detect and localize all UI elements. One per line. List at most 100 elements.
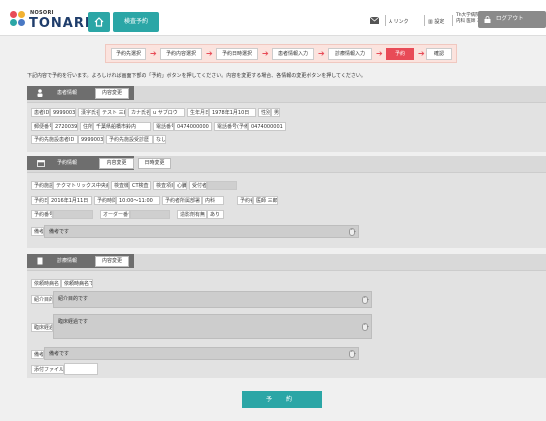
step-content: 予約内容選択 bbox=[160, 48, 202, 60]
reservation-remarks-text: 備考です bbox=[49, 229, 70, 235]
step-datetime: 予約日時選択 bbox=[216, 48, 258, 60]
facility-patient-id-value: 9999003 bbox=[78, 135, 104, 144]
time-value: 10:00～11:00 bbox=[116, 196, 160, 205]
remarks-label: 備考 bbox=[31, 227, 44, 236]
link-label: リンク bbox=[393, 19, 409, 25]
step-reserve: 予約 bbox=[386, 48, 414, 60]
purpose-field[interactable]: 紹介目的です ⌃⌄ bbox=[53, 291, 372, 308]
logout-label: ログアウト bbox=[496, 16, 524, 22]
settings-label: 設定 bbox=[434, 19, 445, 25]
scroll-arrows-icon[interactable]: ⌃⌄ bbox=[349, 227, 357, 236]
postal-code-label: 郵便番号 bbox=[31, 122, 52, 131]
reservation-remarks-field[interactable]: 備考です ⌃⌄ bbox=[44, 225, 359, 238]
settings-menu[interactable]: ▥ 設定 bbox=[428, 16, 444, 28]
document-icon bbox=[37, 257, 43, 265]
patient-info-title: 患者情報 bbox=[57, 90, 78, 96]
step-patient: 患者情報入力 bbox=[272, 48, 314, 60]
person-icon bbox=[37, 89, 43, 97]
department-label: 予約者所属部署 bbox=[162, 196, 202, 205]
postal-code-value: 2720039 bbox=[52, 122, 78, 131]
attachment-field[interactable] bbox=[64, 363, 98, 375]
phone-value: 0474000000 bbox=[174, 122, 212, 131]
visit-history-value: なし bbox=[153, 135, 166, 144]
link-icon: ⅄ bbox=[389, 19, 393, 25]
clinical-remarks-field[interactable]: 備考です ⌃⌄ bbox=[44, 347, 359, 360]
tonari-logo[interactable]: NOSORI TONARI bbox=[10, 8, 91, 31]
purpose-text: 紹介目的です bbox=[58, 296, 89, 302]
gender-value: 男 bbox=[271, 108, 280, 117]
home-button[interactable] bbox=[88, 12, 110, 32]
app-header: NOSORI TONARI 検査予約 ⅄ リンク ▥ 設定 Th大学病院 内科 … bbox=[0, 0, 546, 36]
logo-mark-icon bbox=[10, 11, 26, 27]
patient-change-button[interactable]: 内容変更 bbox=[95, 88, 129, 99]
scroll-arrows-icon[interactable]: ⌃⌄ bbox=[362, 295, 370, 304]
exam-item-value: 心臓 bbox=[174, 181, 187, 190]
kana-name-label: カナ氏名 bbox=[128, 108, 150, 117]
logout-button[interactable]: ログアウト bbox=[478, 11, 546, 28]
gender-label: 性別 bbox=[258, 108, 271, 117]
link-menu[interactable]: ⅄ リンク bbox=[389, 16, 409, 28]
step-arrow-icon: ➔ bbox=[262, 49, 269, 58]
step-confirm: 確認 bbox=[426, 48, 452, 60]
phone-label: 電話番号 bbox=[153, 122, 174, 131]
datetime-change-button[interactable]: 日時変更 bbox=[138, 158, 171, 169]
equipment-value: CT検査 bbox=[129, 181, 151, 190]
progress-text: 臨床経過です bbox=[58, 319, 89, 325]
progress-field[interactable]: 臨床経過です ⌃⌄ bbox=[53, 314, 372, 339]
facility-label: 予約施設 bbox=[31, 181, 53, 190]
attachment-label: 添付ファイル bbox=[31, 365, 64, 374]
step-clinical: 診療情報入力 bbox=[328, 48, 372, 60]
tab-exam-reservation[interactable]: 検査予約 bbox=[113, 12, 159, 32]
step-arrow-icon: ➔ bbox=[376, 49, 383, 58]
visit-history-label: 予約先施設受診歴 bbox=[106, 135, 153, 144]
scroll-arrows-icon[interactable]: ⌃⌄ bbox=[349, 349, 357, 358]
department-value: 内科 bbox=[202, 196, 224, 205]
clinical-info-panel: 診療情報 内容変更 依頼時病名 依頼時病名です 紹介目的 紹介目的です ⌃⌄ 臨… bbox=[27, 254, 546, 378]
kana-name-value: u サブロウ bbox=[150, 108, 185, 117]
scroll-arrows-icon[interactable]: ⌃⌄ bbox=[362, 322, 370, 331]
reservation-info-panel: 予約情報 内容変更 日時変更 予約施設 テクマトリックス中央病院 検査機 CT検… bbox=[27, 156, 546, 248]
settings-icon: ▥ bbox=[428, 19, 433, 25]
phone-spare-value: 0474000001 bbox=[248, 122, 286, 131]
phone-spare-label: 電話番号(予備) bbox=[214, 122, 248, 131]
clinical-remarks-label: 備考 bbox=[31, 350, 44, 359]
reserve-button[interactable]: 予 約 bbox=[242, 391, 322, 408]
patient-info-panel: 患者情報 内容変更 患者ID 9999003 漢字氏名 テスト 三郎 カナ氏名 … bbox=[27, 86, 546, 152]
reservation-change-button[interactable]: 内容変更 bbox=[99, 158, 134, 169]
facility-patient-id-label: 予約先施設患者ID bbox=[31, 135, 78, 144]
patient-id-label: 患者ID bbox=[31, 108, 50, 117]
clinical-remarks-text: 備考です bbox=[49, 351, 70, 357]
step-destination: 予約先選択 bbox=[111, 48, 146, 60]
step-arrow-icon: ➔ bbox=[150, 49, 157, 58]
logo-title: TONARI bbox=[29, 16, 91, 31]
header-divider bbox=[385, 15, 386, 26]
contrast-value: あり bbox=[207, 210, 224, 219]
order-number-label: オーダー番号 bbox=[100, 210, 130, 219]
date-label: 予約日 bbox=[31, 196, 48, 205]
lock-icon bbox=[484, 16, 491, 23]
booker-value: 医師 三郎 bbox=[253, 196, 278, 205]
receptionist-value bbox=[207, 181, 237, 190]
booker-label: 予約者 bbox=[237, 196, 253, 205]
header-divider bbox=[452, 15, 453, 26]
kanji-name-label: 漢字氏名 bbox=[78, 108, 99, 117]
step-arrow-icon: ➔ bbox=[318, 49, 325, 58]
instruction-text: 下記内容で予約を行います。よろしければ画面下部の「予約」ボタンを押してください。… bbox=[27, 73, 366, 79]
kanji-name-value: テスト 三郎 bbox=[99, 108, 126, 117]
patient-id-value: 9999003 bbox=[50, 108, 76, 117]
reservation-info-title: 予約情報 bbox=[57, 160, 78, 166]
mail-icon[interactable] bbox=[370, 17, 379, 24]
purpose-label: 紹介目的 bbox=[31, 295, 53, 304]
patient-info-body: 患者ID 9999003 漢字氏名 テスト 三郎 カナ氏名 u サブロウ 生年月… bbox=[27, 102, 546, 152]
reservation-number-value bbox=[53, 210, 93, 219]
clinical-change-button[interactable]: 内容変更 bbox=[95, 256, 129, 267]
contrast-label: 造影剤有無 bbox=[177, 210, 207, 219]
reservation-info-body: 予約施設 テクマトリックス中央病院 検査機 CT検査 検査項目 心臓 受付者 予… bbox=[27, 172, 546, 248]
birthdate-value: 1978年1月10日 bbox=[209, 108, 256, 117]
clinical-info-title: 診療情報 bbox=[57, 258, 78, 264]
date-value: 2016年1月11日 bbox=[48, 196, 92, 205]
address-label: 住所 bbox=[80, 122, 93, 131]
calendar-icon bbox=[37, 160, 45, 167]
home-icon bbox=[94, 17, 104, 27]
receptionist-label: 受付者 bbox=[189, 181, 207, 190]
